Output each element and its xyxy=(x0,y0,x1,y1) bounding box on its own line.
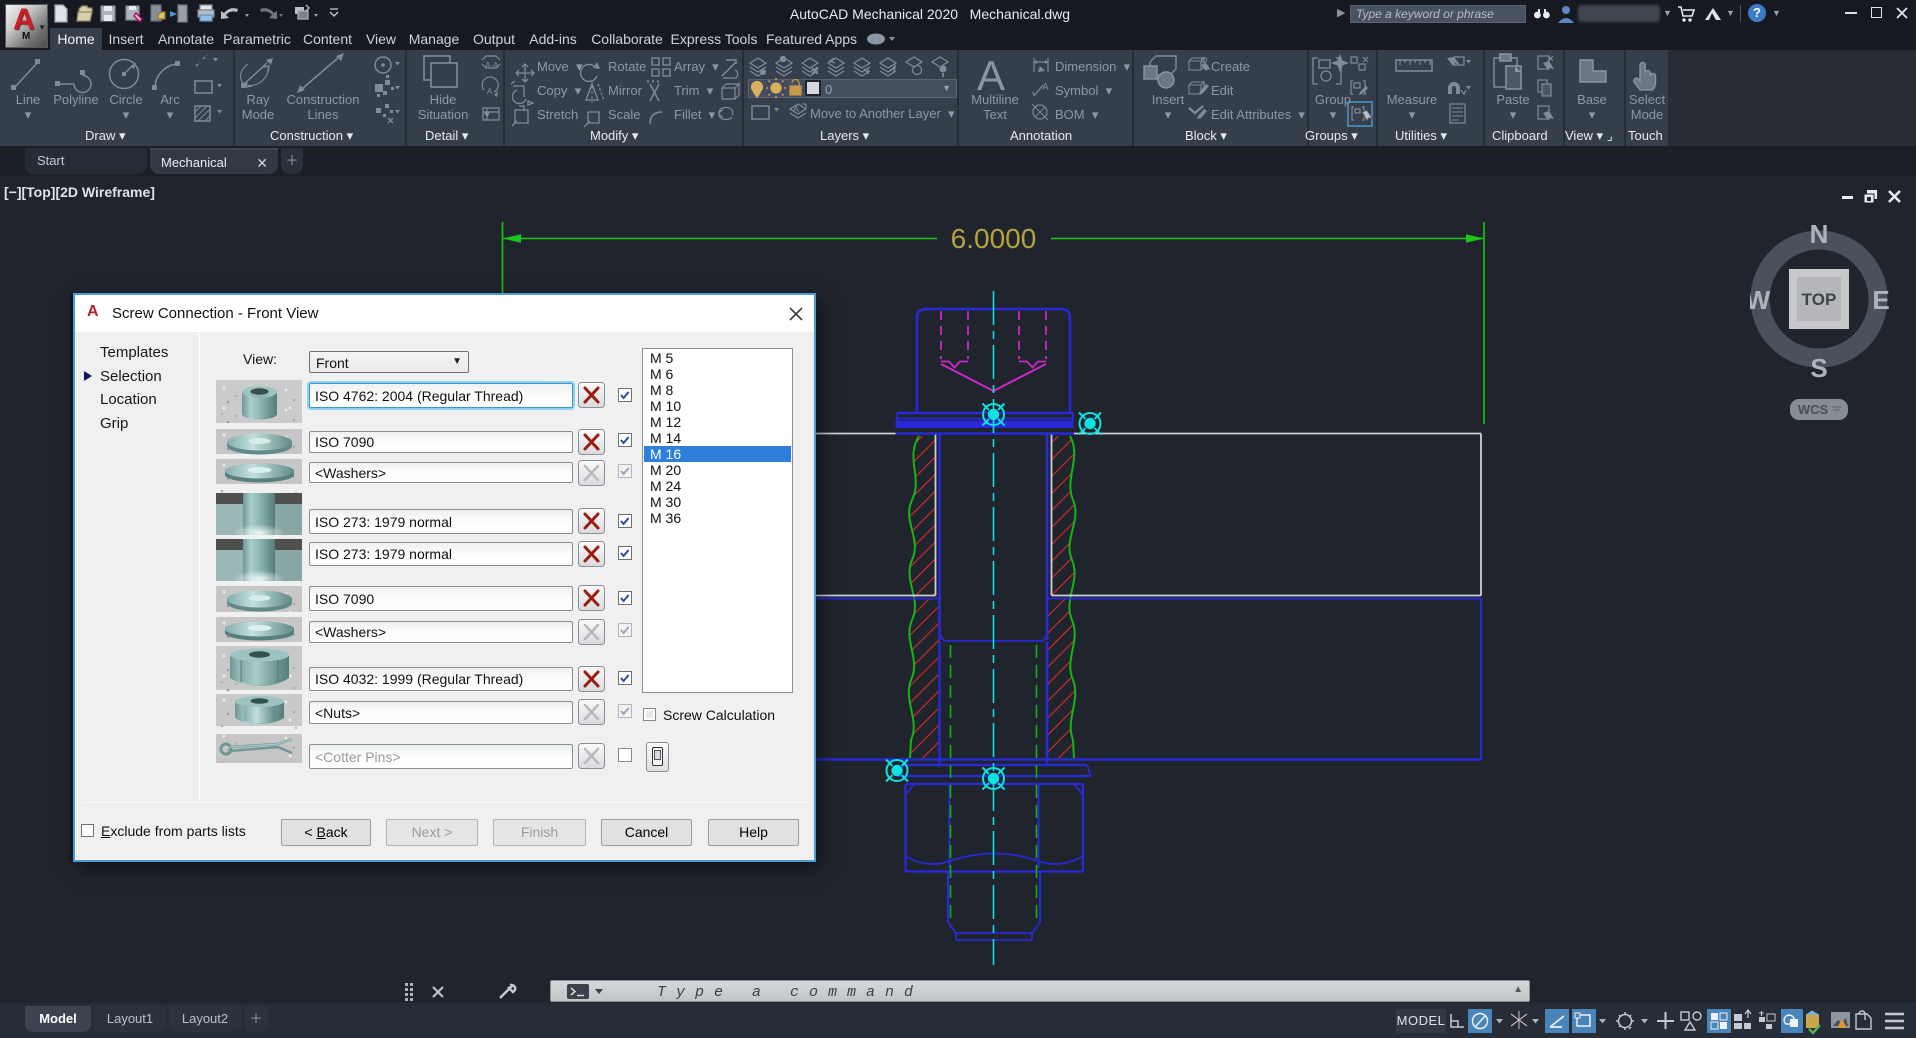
svg-text:W: W xyxy=(1750,285,1771,315)
svg-text:WCS: WCS xyxy=(1798,402,1829,417)
svg-text:TOP: TOP xyxy=(1802,290,1837,309)
svg-text:N: N xyxy=(1810,225,1829,249)
svg-text:S: S xyxy=(1810,353,1827,383)
svg-text:6.0000: 6.0000 xyxy=(951,223,1037,254)
svg-text:E: E xyxy=(1872,285,1889,315)
